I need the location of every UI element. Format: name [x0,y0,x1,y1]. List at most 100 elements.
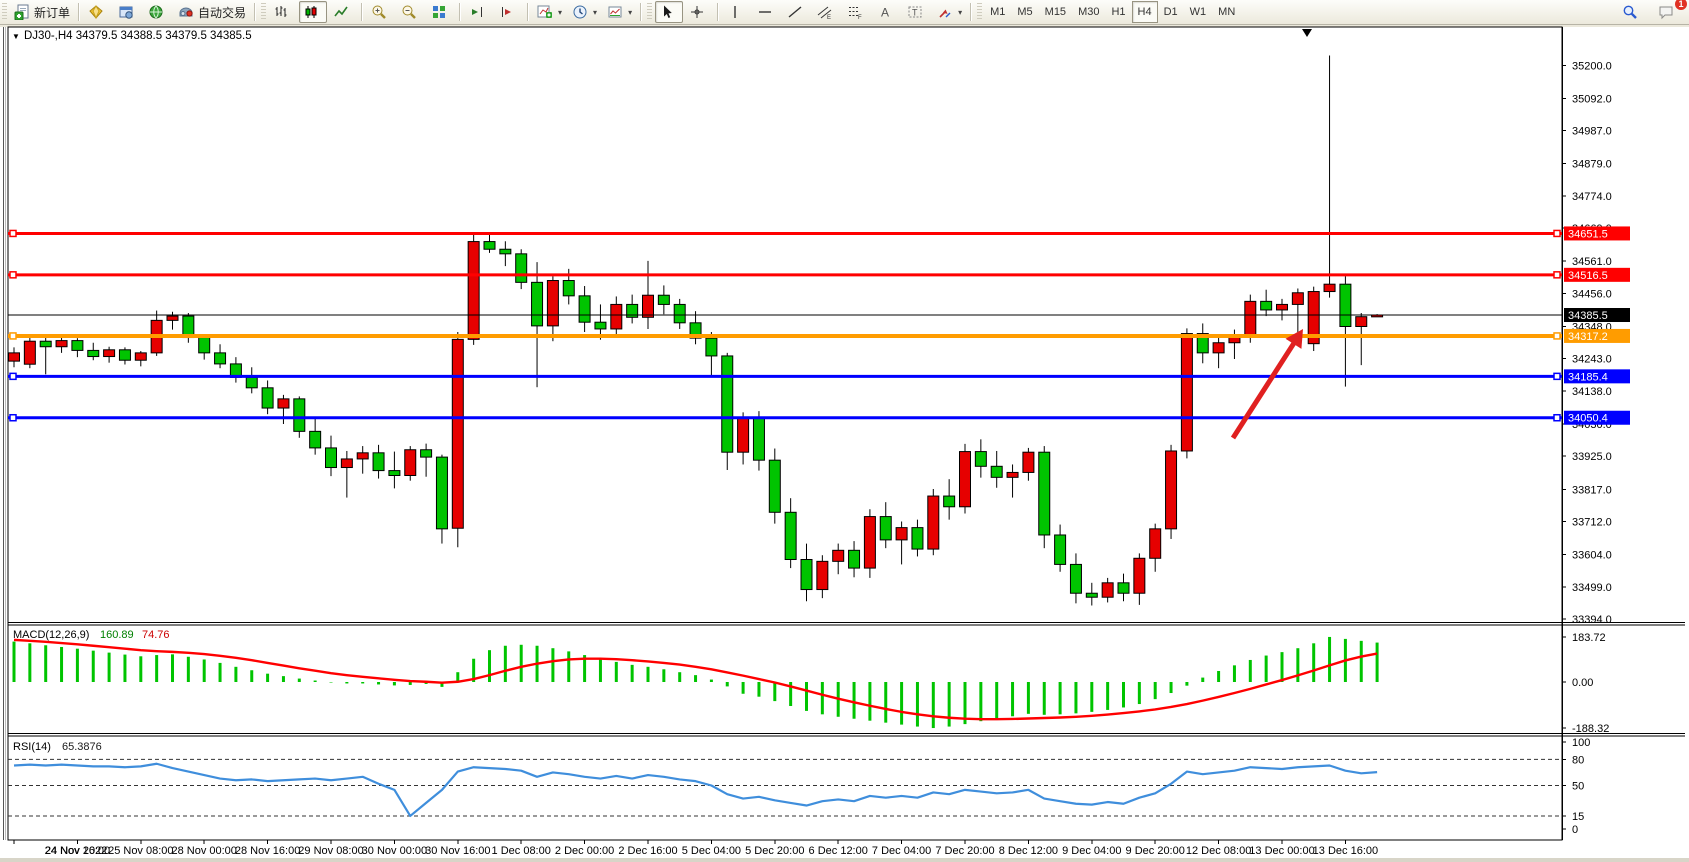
candle-bull [1277,304,1288,310]
indicators-icon [537,4,553,20]
window-bottom-edge [0,858,1689,862]
zoom-out-icon [401,4,417,20]
toolbar-grip[interactable] [261,3,266,21]
candle-bear [1055,535,1066,564]
timeframe-button-M5[interactable]: M5 [1011,1,1038,23]
candle-bear [706,338,717,356]
rsi-pane[interactable] [9,737,1561,839]
timeframe-button-M1[interactable]: M1 [984,1,1011,23]
line-handle[interactable] [1554,415,1560,421]
tile-windows-button[interactable] [427,1,455,23]
timeframe-button-MN[interactable]: MN [1212,1,1241,23]
text-button[interactable]: A [873,1,901,23]
bar-chart-icon [273,4,289,20]
horizontal-line-button[interactable] [753,1,781,23]
macd-signal-value: 74.76 [142,629,170,641]
toolbar-grip[interactable] [647,3,652,21]
timeframe-button-W1[interactable]: W1 [1184,1,1213,23]
time-label: 13 Dec 00:00 [1249,845,1314,857]
vertical-line-icon [727,4,743,20]
new-order-label: 新订单 [34,4,70,21]
auto-scroll-button[interactable] [495,1,523,23]
candle-bear [246,377,257,387]
candle-bear [1118,583,1129,593]
fibonacci-button[interactable]: F [843,1,871,23]
chat-button[interactable]: 1 [1654,1,1682,23]
timeframe-button-H1[interactable]: H1 [1105,1,1131,23]
macd-axis-label: 0.00 [1572,677,1593,689]
tile-windows-icon [431,4,447,20]
candle-bull [833,550,844,561]
timeframe-button-M30[interactable]: M30 [1072,1,1105,23]
time-label: 2 Dec 16:00 [618,845,677,857]
candle-bull [1023,452,1034,472]
cursor-button[interactable] [655,1,683,23]
line-chart-button[interactable] [329,1,357,23]
trendline-button[interactable] [783,1,811,23]
crosshair-button[interactable] [685,1,713,23]
candle-bear [532,282,543,326]
text-label-button[interactable]: T [903,1,931,23]
new-order-button[interactable]: 新订单 [10,1,74,23]
time-label: 5 Dec 20:00 [745,845,804,857]
line-handle[interactable] [10,333,16,339]
symbol-ohlc-text: DJ30-,H4 34379.5 34388.5 34379.5 34385.5 [24,30,252,42]
symbol-label[interactable]: ▼ DJ30-,H4 34379.5 34388.5 34379.5 34385.… [12,30,252,42]
search-button[interactable] [1618,1,1646,23]
line-handle[interactable] [10,272,16,278]
price-tick-label: 34243.0 [1572,354,1612,366]
candle-bull [56,341,67,347]
text-label-icon: T [907,4,923,20]
symbol-collapse-icon: ▼ [12,32,20,41]
navigator-button[interactable] [144,1,172,23]
zoom-out-button[interactable] [397,1,425,23]
equidistant-channel-button[interactable]: E [813,1,841,23]
market-watch-button[interactable] [84,1,112,23]
line-handle[interactable] [10,415,16,421]
candle-bear [199,338,210,353]
time-label: 7 Dec 04:00 [872,845,931,857]
candle-bull [1102,583,1113,597]
timeframe-button-D1[interactable]: D1 [1158,1,1184,23]
candle-bull [1213,343,1224,353]
price-tick-label: 34456.0 [1572,288,1612,300]
timeframe-button-H4[interactable]: H4 [1132,1,1158,23]
autotrading-button[interactable]: 自动交易 [174,1,250,23]
candle-bear [40,341,51,347]
indicators-button[interactable]: ▾ [533,1,566,23]
timeframe-button-M15[interactable]: M15 [1039,1,1072,23]
arrows-button[interactable]: ▾ [933,1,966,23]
toolbar-grip[interactable] [2,3,7,21]
zoom-in-button[interactable] [367,1,395,23]
line-handle[interactable] [10,230,16,236]
line-handle[interactable] [1554,333,1560,339]
candle-bear [294,399,305,431]
line-handle[interactable] [10,373,16,379]
line-handle[interactable] [1554,373,1560,379]
templates-button[interactable]: ▾ [603,1,636,23]
candlestick-chart-button[interactable] [299,1,327,23]
chevron-down-icon: ▾ [558,8,562,17]
candle-bull [278,399,289,408]
price-tick-label: 34879.0 [1572,159,1612,171]
line-handle[interactable] [1554,272,1560,278]
rsi-value: 65.3876 [62,741,102,753]
bar-chart-button[interactable] [269,1,297,23]
separator [527,3,529,21]
rsi-axis-label: 0 [1572,824,1578,836]
order-group: 新订单 自动交易 [9,0,268,24]
candle-bull [1134,558,1145,593]
toolbar-grip[interactable] [977,3,982,21]
timeframe-group: M1M5M15M30H1H4D1W1MN [984,0,1241,24]
data-window-button[interactable] [114,1,142,23]
candlestick-chart-icon [303,4,319,20]
chart-shift-button[interactable] [465,1,493,23]
periods-icon [572,4,588,20]
candle-bear [579,296,590,322]
line-handle[interactable] [1554,230,1560,236]
svg-text:E: E [827,15,831,20]
time-label: 9 Dec 20:00 [1126,845,1185,857]
periods-button[interactable]: ▾ [568,1,601,23]
candle-bear [880,517,891,540]
vertical-line-button[interactable] [723,1,751,23]
